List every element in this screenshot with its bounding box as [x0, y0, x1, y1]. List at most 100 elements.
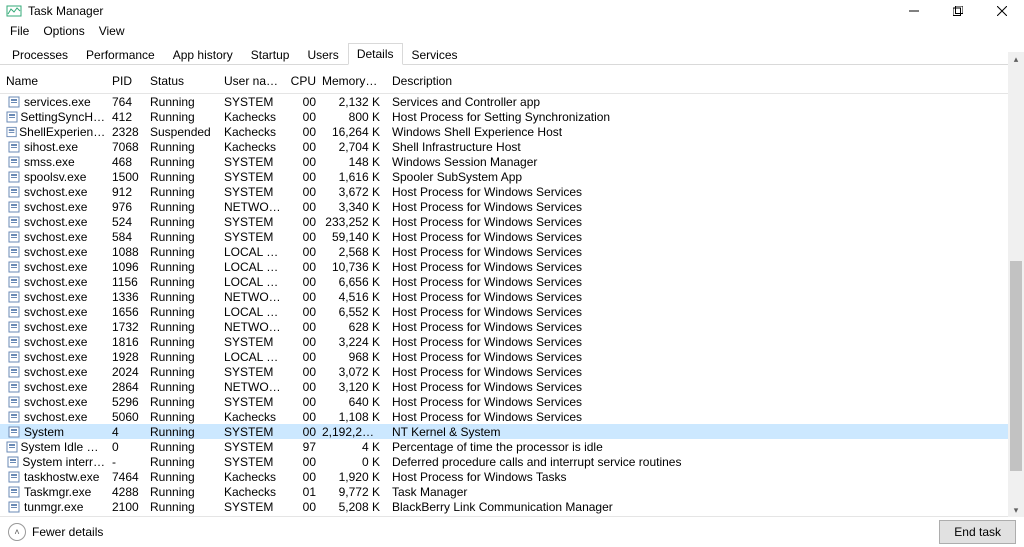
table-row[interactable]: svchost.exe1336RunningNETWORK...004,516 …	[0, 289, 1024, 304]
table-row[interactable]: wininit.exe672RunningSYSTEM00572 KWindow…	[0, 514, 1024, 516]
tab-performance[interactable]: Performance	[77, 44, 164, 65]
process-icon	[6, 155, 22, 169]
table-row[interactable]: spoolsv.exe1500RunningSYSTEM001,616 KSpo…	[0, 169, 1024, 184]
table-row[interactable]: tunmgr.exe2100RunningSYSTEM005,208 KBlac…	[0, 499, 1024, 514]
table-row[interactable]: svchost.exe2864RunningNETWORK...003,120 …	[0, 379, 1024, 394]
process-icon	[6, 245, 22, 259]
tab-startup[interactable]: Startup	[242, 44, 299, 65]
table-row[interactable]: sihost.exe7068RunningKachecks002,704 KSh…	[0, 139, 1024, 154]
cell-name: svchost.exe	[6, 365, 112, 379]
maximize-button[interactable]	[936, 0, 980, 22]
cell-name: System	[6, 425, 112, 439]
cell-status: Running	[150, 425, 224, 439]
cell-user: LOCAL SE...	[224, 350, 288, 364]
menu-options[interactable]: Options	[37, 23, 90, 39]
cell-memory: 10,736 K	[322, 260, 386, 274]
cell-memory: 4,516 K	[322, 290, 386, 304]
table-row[interactable]: taskhostw.exe7464RunningKachecks001,920 …	[0, 469, 1024, 484]
cell-name: svchost.exe	[6, 260, 112, 274]
table-row[interactable]: smss.exe468RunningSYSTEM00148 KWindows S…	[0, 154, 1024, 169]
table-row[interactable]: svchost.exe976RunningNETWORK...003,340 K…	[0, 199, 1024, 214]
cell-pid: 2328	[112, 125, 150, 139]
scroll-down-arrow-icon[interactable]: ▾	[1008, 503, 1024, 517]
fewer-details-button[interactable]: ˄ Fewer details	[8, 523, 103, 541]
table-row[interactable]: svchost.exe1656RunningLOCAL SE...006,552…	[0, 304, 1024, 319]
process-icon	[6, 380, 22, 394]
cell-description: Host Process for Windows Services	[386, 260, 1024, 274]
table-row[interactable]: svchost.exe5060RunningKachecks001,108 KH…	[0, 409, 1024, 424]
process-icon	[6, 335, 22, 349]
table-row[interactable]: System4RunningSYSTEM002,192,224 KNT Kern…	[0, 424, 1024, 439]
tab-details[interactable]: Details	[348, 43, 403, 65]
scrollbar-thumb[interactable]	[1010, 261, 1022, 470]
table-row[interactable]: System Idle Process0RunningSYSTEM974 KPe…	[0, 439, 1024, 454]
vertical-scrollbar[interactable]: ▴ ▾	[1008, 52, 1024, 517]
column-headers: Name PID Status User name CPU Memory (p.…	[0, 69, 1024, 94]
cell-status: Running	[150, 380, 224, 394]
process-icon	[6, 170, 22, 184]
cell-cpu: 00	[288, 185, 322, 199]
table-row[interactable]: svchost.exe5296RunningSYSTEM00640 KHost …	[0, 394, 1024, 409]
column-header-memory[interactable]: Memory (p...	[322, 74, 386, 88]
cell-pid: 7068	[112, 140, 150, 154]
close-button[interactable]	[980, 0, 1024, 22]
cell-description: Windows Shell Experience Host	[386, 125, 1024, 139]
table-row[interactable]: svchost.exe1732RunningNETWORK...00628 KH…	[0, 319, 1024, 334]
cell-status: Running	[150, 485, 224, 499]
cell-cpu: 00	[288, 275, 322, 289]
menu-file[interactable]: File	[4, 23, 35, 39]
cell-cpu: 00	[288, 95, 322, 109]
table-row[interactable]: SettingSyncHost.exe412RunningKachecks008…	[0, 109, 1024, 124]
column-header-pid[interactable]: PID	[112, 74, 150, 88]
cell-name: svchost.exe	[6, 335, 112, 349]
cell-cpu: 00	[288, 365, 322, 379]
tab-app-history[interactable]: App history	[164, 44, 242, 65]
cell-description: Host Process for Windows Services	[386, 380, 1024, 394]
cell-description: Windows Start-Up Application	[386, 515, 1024, 517]
table-row[interactable]: svchost.exe584RunningSYSTEM0059,140 KHos…	[0, 229, 1024, 244]
tab-services[interactable]: Services	[403, 44, 467, 65]
table-row[interactable]: svchost.exe1156RunningLOCAL SE...006,656…	[0, 274, 1024, 289]
table-row[interactable]: Taskmgr.exe4288RunningKachecks019,772 KT…	[0, 484, 1024, 499]
column-header-description[interactable]: Description	[386, 74, 1024, 88]
column-header-status[interactable]: Status	[150, 74, 224, 88]
cell-memory: 3,672 K	[322, 185, 386, 199]
table-row[interactable]: svchost.exe2024RunningSYSTEM003,072 KHos…	[0, 364, 1024, 379]
cell-user: Kachecks	[224, 485, 288, 499]
cell-user: SYSTEM	[224, 170, 288, 184]
end-task-button[interactable]: End task	[939, 520, 1016, 544]
tab-users[interactable]: Users	[298, 44, 347, 65]
cell-cpu: 00	[288, 515, 322, 517]
cell-name: wininit.exe	[6, 515, 112, 517]
table-row[interactable]: svchost.exe1088RunningLOCAL SE...002,568…	[0, 244, 1024, 259]
scroll-up-arrow-icon[interactable]: ▴	[1008, 52, 1024, 66]
cell-status: Running	[150, 155, 224, 169]
column-header-user[interactable]: User name	[224, 74, 288, 88]
table-row[interactable]: svchost.exe1096RunningLOCAL SE...0010,73…	[0, 259, 1024, 274]
cell-pid: 2864	[112, 380, 150, 394]
cell-description: Percentage of time the processor is idle	[386, 440, 1024, 454]
cell-description: Host Process for Windows Services	[386, 305, 1024, 319]
cell-cpu: 00	[288, 140, 322, 154]
cell-pid: 764	[112, 95, 150, 109]
process-list[interactable]: services.exe764RunningSYSTEM002,132 KSer…	[0, 94, 1024, 516]
cell-pid: 412	[112, 110, 150, 124]
minimize-button[interactable]	[892, 0, 936, 22]
column-header-cpu[interactable]: CPU	[288, 74, 322, 88]
table-row[interactable]: svchost.exe912RunningSYSTEM003,672 KHost…	[0, 184, 1024, 199]
table-row[interactable]: svchost.exe524RunningSYSTEM00233,252 KHo…	[0, 214, 1024, 229]
cell-user: SYSTEM	[224, 455, 288, 469]
cell-status: Running	[150, 140, 224, 154]
tab-processes[interactable]: Processes	[3, 44, 77, 65]
table-row[interactable]: svchost.exe1816RunningSYSTEM003,224 KHos…	[0, 334, 1024, 349]
table-row[interactable]: services.exe764RunningSYSTEM002,132 KSer…	[0, 94, 1024, 109]
table-row[interactable]: svchost.exe1928RunningLOCAL SE...00968 K…	[0, 349, 1024, 364]
cell-name: tunmgr.exe	[6, 500, 112, 514]
column-header-name[interactable]: Name	[6, 74, 112, 88]
table-row[interactable]: ShellExperienceHost....2328SuspendedKach…	[0, 124, 1024, 139]
process-icon	[6, 410, 22, 424]
table-row[interactable]: System interrupts-RunningSYSTEM000 KDefe…	[0, 454, 1024, 469]
menu-view[interactable]: View	[93, 23, 131, 39]
cell-description: Deferred procedure calls and interrupt s…	[386, 455, 1024, 469]
cell-pid: -	[112, 455, 150, 469]
